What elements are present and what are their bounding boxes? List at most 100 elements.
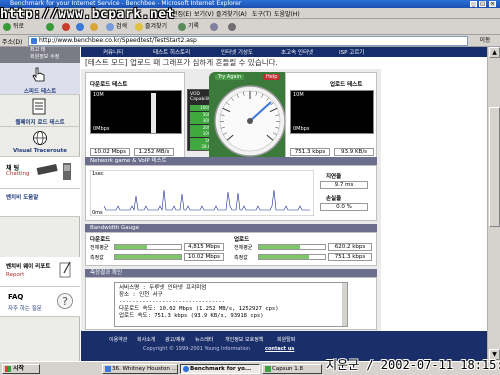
footer-link-company[interactable]: 회사소개 <box>137 336 155 343</box>
gauge-download-head: 다운로드 <box>90 237 111 243</box>
speedometer-gauge <box>214 85 286 157</box>
latency-graph-min: 0ms <box>92 210 103 216</box>
menu-favorites[interactable]: 즐겨찾기(A) <box>216 9 247 18</box>
upload-graph: 10M 0Mbps <box>290 90 374 134</box>
footer-link-withdraw[interactable]: 회원탈퇴 <box>277 336 295 343</box>
capture-stamp: 지운군 / 2002-07-11 18:15:51 <box>326 358 500 372</box>
history-icon <box>178 23 186 31</box>
sidebar-item-faq[interactable]: FAQ 자주 하는 질문 ? <box>0 287 80 317</box>
result-textarea[interactable]: 서비스명 : 두루넷 인터넷 프리미엄 장소 : 인천 서구 ---------… <box>114 282 348 327</box>
ul-avg-value: 620.2 kbps <box>328 243 372 251</box>
ul-measured-value: 751.3 kbps <box>328 253 372 261</box>
dl-measured-value: 10.02 Mbps <box>184 253 224 261</box>
close-button[interactable]: × <box>489 1 496 7</box>
go-button[interactable]: 이동 <box>472 36 498 46</box>
dl-avg-value: 4,815 Mbps <box>184 243 224 251</box>
download-title: 다운로드 테스트 <box>90 82 128 88</box>
result-scrollbar[interactable] <box>342 283 347 326</box>
help-tab-button[interactable]: Help <box>263 74 281 80</box>
ul-measured-bar <box>258 254 326 260</box>
chat-device-icon <box>36 163 71 180</box>
download-graph: 10M 0Mbps <box>90 90 182 134</box>
menu-help[interactable]: 도움말(H) <box>274 9 300 18</box>
footer-link-newsletter[interactable]: 뉴스레터 <box>195 336 213 343</box>
task-capsun[interactable]: Capsun 1.8 <box>262 364 322 374</box>
result-panel: 서비스명 : 두루넷 인터넷 프리미엄 장소 : 인천 서구 ---------… <box>85 277 377 330</box>
nav-weather[interactable]: 인터넷 기상도 <box>221 48 253 56</box>
upload-kbs-value: 93.9 KB/s <box>334 148 374 156</box>
upload-title: 업로드 테스트 <box>330 82 363 88</box>
back-button[interactable]: 뒤로 <box>3 21 24 33</box>
svg-text:?: ? <box>62 295 68 308</box>
try-again-button[interactable]: Try Again <box>215 74 245 80</box>
window-title: Benchmark for your Internet Service - Be… <box>10 0 242 7</box>
forward-button[interactable] <box>46 21 56 33</box>
download-mbps-value: 10.02 Mbps <box>90 148 130 156</box>
latency-graph <box>90 170 314 216</box>
bandwidth-section-title: Bandwidth Gauge <box>85 224 377 232</box>
minimize-button[interactable]: _ <box>470 1 477 7</box>
search-button[interactable]: 검색 <box>106 21 127 33</box>
sidebar-item-traceroute[interactable]: Visual Traceroute <box>0 127 80 157</box>
menu-tools[interactable]: 도구(T) <box>252 9 271 18</box>
scroll-thumb[interactable] <box>489 107 500 227</box>
footer-link-privacy[interactable]: 개인정보 보호정책 <box>225 336 263 343</box>
sidebar-item-help[interactable]: 벤치비 도움말 <box>0 189 80 217</box>
sidebar-top-tab[interactable]: 최고 테 회원정보 수정 <box>0 47 80 63</box>
menu-view[interactable]: 보기(V) <box>194 9 214 18</box>
history-button[interactable]: 기록 <box>178 21 199 33</box>
download-panel: 다운로드 테스트 10M 0Mbps 10.02 Mbps 1.252 MB/s <box>85 72 185 159</box>
latency-label: 지연율 <box>326 174 342 180</box>
nav-isp-select[interactable]: ISP 고르기 <box>339 48 364 56</box>
dl-measured-bar <box>114 254 182 260</box>
address-input[interactable]: http://www.benchbee.co.kr/Speedtest/Test… <box>28 36 468 46</box>
download-graph-bar <box>151 93 156 133</box>
start-button[interactable]: 시작 <box>2 364 40 374</box>
nav-broadband[interactable]: 초고속 인터넷 <box>281 48 313 56</box>
footer-link-terms[interactable]: 이용약관 <box>109 336 127 343</box>
task-whitney-houston[interactable]: 36. Whitney Houston ... <box>102 364 178 374</box>
home-button[interactable] <box>90 21 100 33</box>
upload-kbps-value: 751.3 kbps <box>290 148 330 156</box>
result-section-title: 측정결과 확인 <box>85 269 377 277</box>
sidebar-item-speed-test[interactable]: 스피드 테스트 <box>0 63 80 95</box>
speed-test-content: 다운로드 테스트 10M 0Mbps 10.02 Mbps 1.252 MB/s… <box>81 69 381 355</box>
question-mark-icon: ? <box>57 293 73 309</box>
nav-community[interactable]: 커뮤니티 <box>103 48 123 56</box>
latency-value: 9.7 ms <box>320 181 368 189</box>
task-benchmark-browser[interactable]: Benchmark for yo... <box>180 364 260 374</box>
forward-arrow-icon <box>46 23 54 31</box>
mail-button[interactable] <box>210 21 220 33</box>
ul-avg-bar <box>258 244 326 250</box>
page-icon <box>31 38 37 44</box>
refresh-button[interactable] <box>76 21 86 33</box>
back-arrow-icon <box>3 23 11 31</box>
print-icon <box>228 23 236 31</box>
menu-edit[interactable]: 편집(E) <box>172 9 192 18</box>
maximize-button[interactable]: □ <box>479 1 486 7</box>
globe-icon <box>33 131 47 145</box>
upload-panel: 업로드 테스트 10M 0Mbps 751.3 kbps 93.9 KB/s <box>285 72 377 159</box>
page-margin <box>381 69 487 331</box>
windows-logo-icon <box>5 366 11 372</box>
stop-button[interactable] <box>62 21 72 33</box>
sidebar-item-report[interactable]: 벤치비 웨이 리포트 Report <box>0 257 80 287</box>
scroll-up-arrow[interactable]: ▲ <box>489 47 500 58</box>
loss-value: 0.0 % <box>320 203 368 211</box>
search-icon <box>106 23 114 31</box>
print-button[interactable] <box>228 21 238 33</box>
nav-test-history[interactable]: 테스트 히스토리 <box>153 48 190 56</box>
footer-link-ads[interactable]: 광고/제휴 <box>165 336 185 343</box>
favorites-button[interactable]: 즐겨찾기 <box>135 21 167 33</box>
hand-pointer-icon <box>32 67 45 82</box>
page-scrollbar[interactable]: ▲ ▼ <box>487 47 500 361</box>
dl-avg-bar <box>114 244 182 250</box>
home-icon <box>90 23 98 31</box>
sidebar-item-chatting[interactable]: 채 팅 Chatting <box>0 157 80 189</box>
stop-icon <box>62 23 70 31</box>
network-section-title: Network game & VoIP 테스트 <box>85 157 377 165</box>
sidebar-item-webpage-test[interactable]: 웹페이지 로드 테스트 <box>0 95 80 127</box>
footer-contact-link[interactable]: contact us <box>265 346 294 352</box>
sidebar: 최고 테 회원정보 수정 스피드 테스트 웹페이지 로드 테스트 Visual … <box>0 47 80 361</box>
latency-graph-max: 1sec <box>92 171 104 177</box>
